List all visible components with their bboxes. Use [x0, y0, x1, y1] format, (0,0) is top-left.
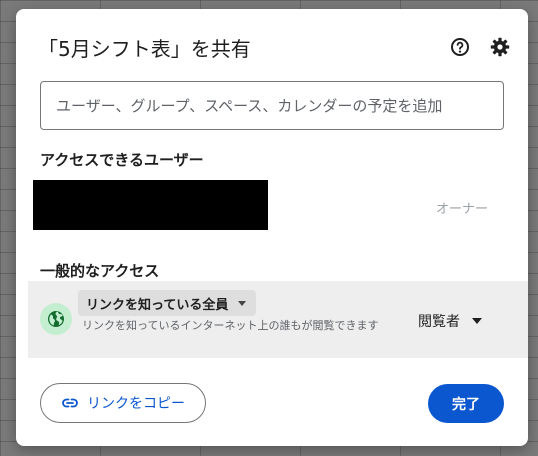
general-access-title: 一般的なアクセス — [40, 262, 160, 280]
link-access-dropdown[interactable]: リンクを知っている全員 — [78, 290, 257, 316]
copy-link-label: リンクをコピー — [87, 396, 185, 412]
add-people-input[interactable] — [56, 96, 503, 115]
chevron-down-icon — [238, 300, 247, 306]
share-dialog: 「5月シフト表」を共有 アクセスできるユーザー オ — [16, 9, 528, 446]
role-dropdown[interactable]: 閲覧者 — [418, 311, 482, 331]
redacted-user-block — [33, 180, 268, 230]
help-icon[interactable] — [449, 36, 471, 58]
gear-icon[interactable] — [489, 36, 511, 58]
caret-down-icon — [472, 318, 482, 324]
copy-link-button[interactable]: リンクをコピー — [40, 383, 206, 423]
add-people-field[interactable] — [40, 81, 504, 130]
done-button[interactable]: 完了 — [428, 384, 504, 423]
role-value: 閲覧者 — [418, 314, 460, 330]
link-icon — [62, 398, 78, 408]
link-access-value: リンクを知っている全員 — [86, 297, 229, 313]
access-description: リンクを知っているインターネット上の誰もが閲覧できます — [82, 319, 379, 332]
dialog-title: 「5月シフト表」を共有 — [38, 37, 251, 61]
globe-icon — [40, 303, 72, 335]
owner-role-label: オーナー — [436, 202, 489, 217]
general-access-row: リンクを知っている全員 リンクを知っているインターネット上の誰もが閲覧できます … — [28, 281, 528, 358]
people-section-title: アクセスできるユーザー — [40, 151, 204, 169]
